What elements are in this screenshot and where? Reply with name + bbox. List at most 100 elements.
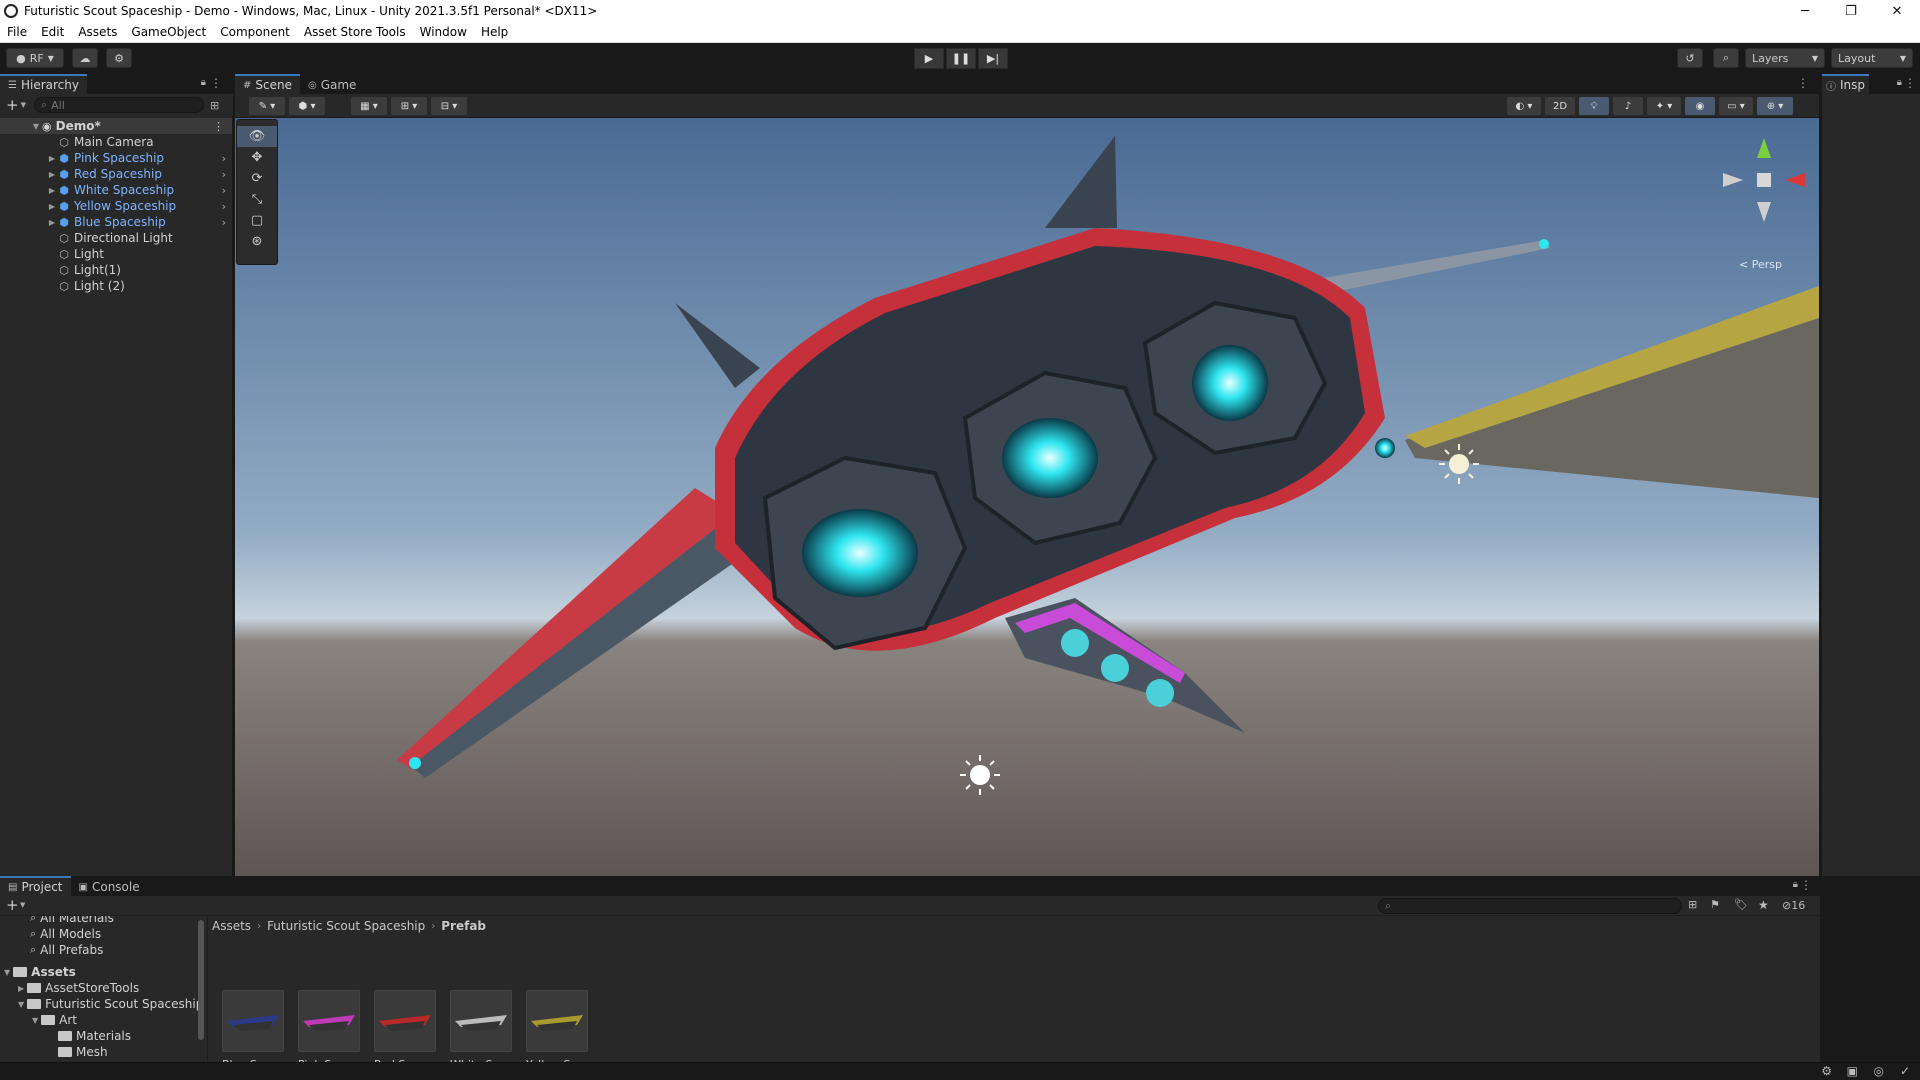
expand-arrow-icon[interactable]: ▶ [46,186,58,195]
prefab-asset-tile[interactable]: Yellow Spa... [526,990,588,1071]
move-tool-button[interactable]: ✥ [237,147,277,168]
expand-arrow-icon[interactable]: ▶ [46,170,58,179]
scene-viewport[interactable]: < Persp [235,118,1819,876]
light-gizmo-icon[interactable] [1439,444,1479,484]
project-tree-item[interactable]: ⌕ All Materials [0,916,207,926]
add-icon[interactable]: + [6,96,19,114]
menu-help[interactable]: Help [474,25,515,39]
tab-project[interactable]: ▤ Project [0,876,71,896]
transform-tool-button[interactable]: ⊛ [237,231,277,252]
undo-history-button[interactable]: ↺ [1677,48,1703,68]
lighting-toggle[interactable]: 💡︎ [1579,97,1609,115]
maximize-button[interactable]: ❐ [1828,0,1874,22]
project-tree-item[interactable]: ▼ Assets [0,964,207,980]
chevron-down-icon[interactable]: ▼ [21,101,26,109]
lock-icon[interactable]: 🔒︎ [1897,77,1902,88]
close-button[interactable]: ✕ [1874,0,1920,22]
visibility-toggle[interactable]: ◉ [1685,97,1715,115]
toggle-2d-button[interactable]: 2D [1545,97,1575,115]
chevron-right-icon[interactable]: › [222,216,226,229]
project-tree-item[interactable]: ⌕ All Models [0,926,207,942]
hierarchy-item[interactable]: ⬡ Light [0,246,232,262]
more-options-icon[interactable]: ⋮ [213,120,224,133]
prefab-asset-tile[interactable]: White Spa... [450,990,512,1071]
expand-arrow-icon[interactable]: ▼ [30,122,42,131]
hierarchy-item[interactable]: ▶ ⬢ Red Spaceship › [0,166,232,182]
shading-dropdown[interactable]: ◐ ▾ [1507,97,1541,115]
ruler-dropdown[interactable]: ⊟ ▾ [431,97,467,115]
scene-render[interactable] [235,118,1819,876]
check-icon[interactable]: ✓ [1900,1064,1910,1078]
render-mode-dropdown[interactable]: ⬢ ▾ [289,97,325,115]
more-options-icon[interactable]: ⋮ [1800,878,1812,892]
search-by-type-icon[interactable]: ⊞ [1688,898,1697,911]
menu-edit[interactable]: Edit [34,25,71,39]
search-button[interactable]: ⌕ [1713,48,1739,68]
lock-icon[interactable]: 🔒︎ [1793,879,1798,890]
cache-icon[interactable]: ◎ [1874,1064,1884,1078]
snap-increment-dropdown[interactable]: ⊞ ▾ [391,97,427,115]
breadcrumb-prefab[interactable]: Prefab [441,919,486,933]
breadcrumb-futuristic-scout-spaceship[interactable]: Futuristic Scout Spaceship [267,919,425,933]
more-options-icon[interactable]: ⋮ [210,76,222,90]
view-tool-button[interactable]: 👁︎ [237,126,277,147]
pause-button[interactable]: ❚❚ [946,48,976,69]
debug-icon[interactable]: ⚙ [1821,1064,1832,1078]
project-tree-item[interactable]: Materials [0,1028,207,1044]
expand-arrow-icon[interactable]: ▼ [18,1000,24,1009]
hierarchy-search-input[interactable]: ⌕ All [33,97,204,113]
search-options-icon[interactable]: ⊞ [210,99,219,112]
hidden-packages-toggle[interactable]: ⊘16 [1782,899,1805,912]
project-search-input[interactable]: ⌕ [1378,898,1682,914]
lock-icon[interactable]: 🔒︎ [201,77,206,88]
chevron-right-icon[interactable]: › [222,200,226,213]
layout-dropdown[interactable]: Layout ▼ [1831,48,1913,68]
expand-arrow-icon[interactable]: ▼ [32,1016,38,1025]
breadcrumb-assets[interactable]: Assets [212,919,251,933]
chevron-right-icon[interactable]: › [222,152,226,165]
tab-game[interactable]: ◎ Game [299,74,365,94]
menu-gameobject[interactable]: GameObject [124,25,213,39]
menu-component[interactable]: Component [213,25,297,39]
add-icon[interactable]: + [6,896,19,914]
draw-mode-dropdown[interactable]: ✎ ▾ [249,97,285,115]
grid-snap-dropdown[interactable]: ▦ ▾ [351,97,387,115]
camera-dropdown[interactable]: ▭ ▾ [1719,97,1753,115]
search-by-label-icon[interactable]: ⚑ [1710,898,1720,911]
projection-label[interactable]: < Persp [1739,258,1782,271]
tag-icon[interactable]: 🏷︎ [1734,898,1748,911]
chevron-right-icon[interactable]: › [222,184,226,197]
menu-asset-store-tools[interactable]: Asset Store Tools [297,25,413,39]
expand-arrow-icon[interactable]: ▼ [4,968,10,977]
menu-file[interactable]: File [0,25,34,39]
hierarchy-item[interactable]: ⬡ Main Camera [0,134,232,150]
more-options-icon[interactable]: ⋮ [1904,76,1916,90]
project-tree-item[interactable]: Mesh [0,1044,207,1060]
project-tree-item[interactable]: ⌕ All Prefabs [0,942,207,958]
expand-arrow-icon[interactable]: ▶ [18,984,24,993]
layers-dropdown[interactable]: Layers ▼ [1745,48,1825,68]
tab-scene[interactable]: # Scene [235,74,300,94]
light-gizmo-icon[interactable] [960,755,1000,795]
hierarchy-item[interactable]: ▶ ⬢ Yellow Spaceship › [0,198,232,214]
hierarchy-item[interactable]: ⬡ Light(1) [0,262,232,278]
tab-hierarchy[interactable]: ☰ Hierarchy [0,74,87,94]
project-tree-item[interactable]: ▼ Art [0,1012,207,1028]
rotate-tool-button[interactable]: ⟳ [237,168,277,189]
chevron-right-icon[interactable]: › [222,168,226,181]
star-icon[interactable]: ★ [1758,898,1769,912]
prefab-asset-tile[interactable]: Pink Space... [298,990,360,1071]
hierarchy-item[interactable]: ▶ ⬢ Pink Spaceship › [0,150,232,166]
gizmos-dropdown[interactable]: ⊕ ▾ [1757,97,1793,115]
hierarchy-item[interactable]: ▶ ⬢ White Spaceship › [0,182,232,198]
scale-tool-button[interactable]: ⤡ [237,189,277,210]
audio-toggle[interactable]: ♪ [1613,97,1643,115]
play-button[interactable]: ▶ [914,48,944,69]
expand-arrow-icon[interactable]: ▶ [46,218,58,227]
progress-icon[interactable]: ▣ [1847,1064,1858,1078]
tree-scrollbar[interactable] [198,920,204,1040]
project-tree-item[interactable]: ▶ AssetStoreTools [0,980,207,996]
collab-button[interactable]: ⚙ [106,48,132,68]
project-tree-item[interactable]: ▼ Futuristic Scout Spaceship [0,996,207,1012]
effects-dropdown[interactable]: ✦ ▾ [1647,97,1681,115]
